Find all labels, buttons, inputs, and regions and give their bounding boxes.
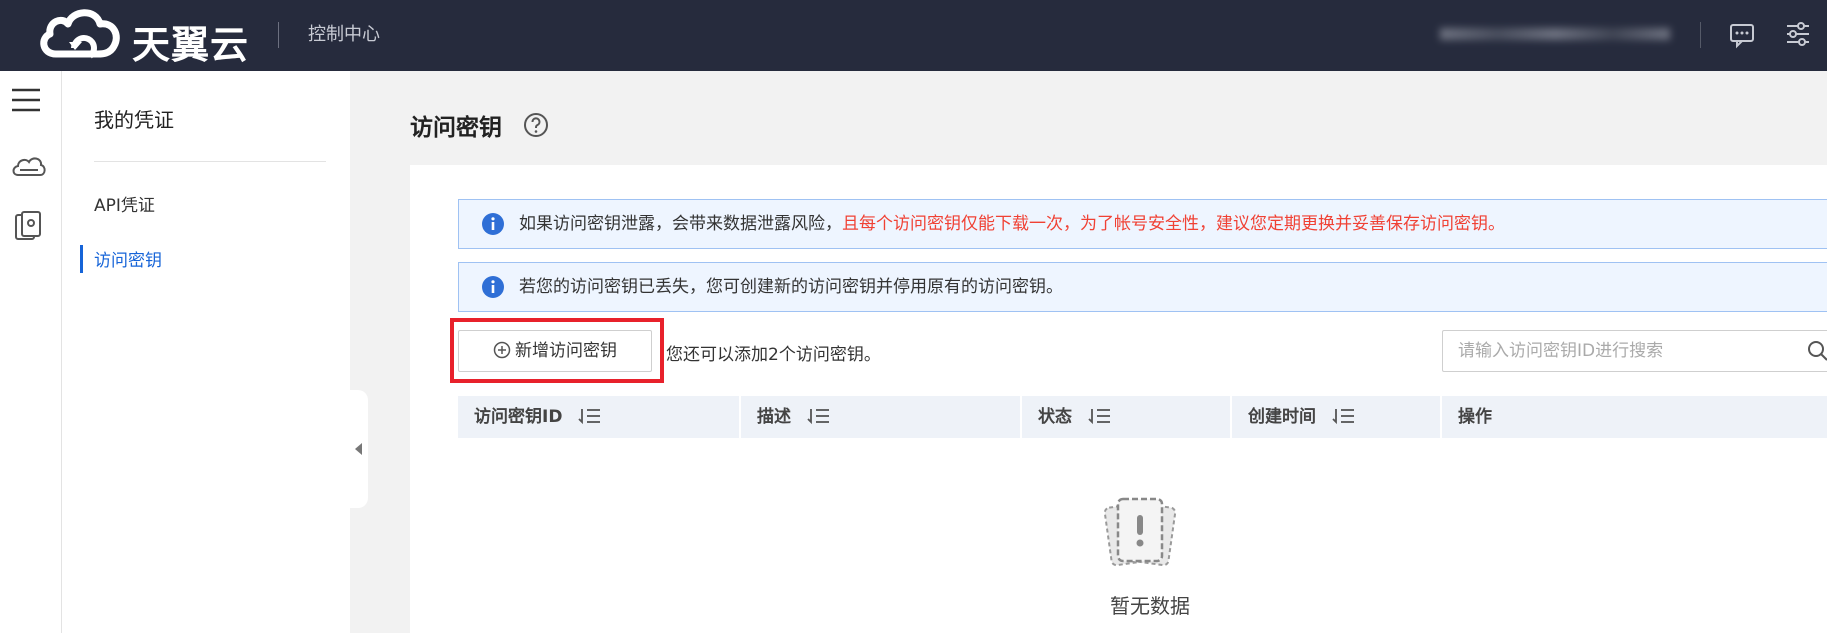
sidebar-collapse-toggle[interactable] bbox=[350, 390, 368, 508]
column-header-created-time: 创建时间 bbox=[1230, 396, 1440, 438]
content-card: 如果访问密钥泄露，会带来数据泄露风险，且每个访问密钥仅能下载一次，为了帐号安全性… bbox=[410, 165, 1827, 633]
table-header: 访问密钥ID 描述 状态 创建时间 操作 bbox=[458, 396, 1827, 438]
message-icon[interactable] bbox=[1728, 21, 1756, 49]
empty-state-text: 暂无数据 bbox=[1110, 594, 1190, 618]
alert-lost-key-info: 若您的访问密钥已丢失，您可创建新的访问密钥并停用原有的访问密钥。 bbox=[458, 262, 1827, 312]
search-input[interactable] bbox=[1442, 330, 1827, 372]
user-account-blurred[interactable] bbox=[1440, 28, 1670, 40]
brand-logo[interactable]: 天翼云 bbox=[36, 4, 286, 67]
cloud-logo-icon bbox=[40, 9, 120, 59]
sidebar-title: 我的凭证 bbox=[94, 108, 174, 132]
add-access-key-button[interactable]: 新增访问密钥 bbox=[458, 330, 652, 372]
page-title: 访问密钥 bbox=[410, 115, 502, 141]
credentials-sidebar: 我的凭证 API凭证 访问密钥 bbox=[62, 71, 350, 633]
alert-text: 如果访问密钥泄露，会带来数据泄露风险， bbox=[519, 214, 842, 234]
active-indicator bbox=[80, 245, 83, 273]
top-bar: 天翼云 控制中心 bbox=[0, 0, 1827, 71]
icon-sidebar bbox=[0, 71, 62, 633]
column-header-status: 状态 bbox=[1020, 396, 1230, 438]
console-link[interactable]: 控制中心 bbox=[308, 20, 380, 46]
menu-icon[interactable] bbox=[10, 83, 50, 119]
empty-data-icon bbox=[1103, 497, 1177, 567]
alert-text: 若您的访问密钥已丢失，您可创建新的访问密钥并停用原有的访问密钥。 bbox=[519, 277, 1063, 297]
alert-leak-warning: 如果访问密钥泄露，会带来数据泄露风险，且每个访问密钥仅能下载一次，为了帐号安全性… bbox=[458, 199, 1827, 249]
help-icon[interactable] bbox=[523, 112, 549, 138]
sort-icon[interactable] bbox=[1088, 407, 1112, 425]
sort-icon[interactable] bbox=[1332, 407, 1356, 425]
info-icon bbox=[482, 213, 504, 235]
alert-warning-text: 且每个访问密钥仅能下载一次，为了帐号安全性，建议您定期更换并妥善保存访问密钥。 bbox=[842, 214, 1505, 234]
sidebar-item-access-keys[interactable]: 访问密钥 bbox=[94, 246, 162, 271]
info-icon bbox=[482, 276, 504, 298]
column-header-key-id: 访问密钥ID bbox=[458, 396, 739, 438]
sidebar-item-api-credentials[interactable]: API凭证 bbox=[94, 191, 155, 216]
column-header-description: 描述 bbox=[739, 396, 1020, 438]
sort-icon[interactable] bbox=[807, 407, 831, 425]
sidebar-divider bbox=[94, 161, 326, 162]
plus-circle-icon bbox=[493, 341, 511, 359]
settings-sliders-icon[interactable] bbox=[1784, 20, 1812, 48]
header-divider bbox=[278, 22, 279, 48]
search-icon[interactable] bbox=[1806, 339, 1827, 363]
cloud-service-icon[interactable] bbox=[10, 151, 50, 187]
collapse-arrow-icon bbox=[355, 443, 362, 455]
sort-icon[interactable] bbox=[578, 407, 602, 425]
column-header-actions: 操作 bbox=[1440, 396, 1827, 438]
add-button-label: 新增访问密钥 bbox=[515, 341, 617, 361]
credential-card-icon[interactable] bbox=[10, 209, 50, 245]
remaining-count-text: 您还可以添加2个访问密钥。 bbox=[666, 345, 881, 365]
brand-name: 天翼云 bbox=[132, 23, 250, 67]
header-divider bbox=[1700, 22, 1701, 48]
